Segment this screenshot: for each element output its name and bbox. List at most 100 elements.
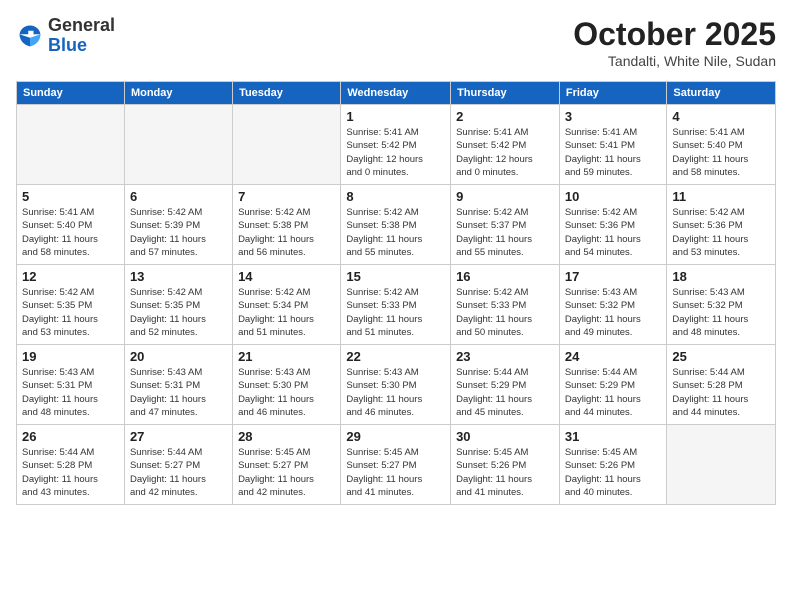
day-info: Sunrise: 5:45 AM Sunset: 5:26 PM Dayligh… xyxy=(456,446,554,499)
day-number: 15 xyxy=(346,269,445,284)
day-info: Sunrise: 5:45 AM Sunset: 5:27 PM Dayligh… xyxy=(346,446,445,499)
logo-blue-text: Blue xyxy=(48,35,87,55)
day-number: 4 xyxy=(672,109,770,124)
day-number: 1 xyxy=(346,109,445,124)
table-row: 14 Sunrise: 5:42 AM Sunset: 5:34 PM Dayli… xyxy=(233,265,341,345)
table-row: 10 Sunrise: 5:42 AM Sunset: 5:36 PM Dayli… xyxy=(559,185,667,265)
day-info: Sunrise: 5:41 AM Sunset: 5:41 PM Dayligh… xyxy=(565,126,662,179)
table-row xyxy=(17,105,125,185)
day-number: 16 xyxy=(456,269,554,284)
day-number: 7 xyxy=(238,189,335,204)
day-number: 10 xyxy=(565,189,662,204)
day-number: 9 xyxy=(456,189,554,204)
table-row: 26 Sunrise: 5:44 AM Sunset: 5:28 PM Dayli… xyxy=(17,425,125,505)
day-info: Sunrise: 5:42 AM Sunset: 5:35 PM Dayligh… xyxy=(22,286,119,339)
header-monday: Monday xyxy=(124,82,232,105)
table-row: 16 Sunrise: 5:42 AM Sunset: 5:33 PM Dayli… xyxy=(451,265,560,345)
day-info: Sunrise: 5:42 AM Sunset: 5:38 PM Dayligh… xyxy=(346,206,445,259)
day-info: Sunrise: 5:41 AM Sunset: 5:42 PM Dayligh… xyxy=(456,126,554,179)
logo-icon xyxy=(16,22,44,50)
table-row: 22 Sunrise: 5:43 AM Sunset: 5:30 PM Dayli… xyxy=(341,345,451,425)
day-number: 19 xyxy=(22,349,119,364)
day-number: 2 xyxy=(456,109,554,124)
table-row xyxy=(667,425,776,505)
location: Tandalti, White Nile, Sudan xyxy=(573,53,776,69)
day-number: 13 xyxy=(130,269,227,284)
day-info: Sunrise: 5:44 AM Sunset: 5:27 PM Dayligh… xyxy=(130,446,227,499)
title-block: October 2025 Tandalti, White Nile, Sudan xyxy=(573,16,776,69)
table-row: 8 Sunrise: 5:42 AM Sunset: 5:38 PM Daylig… xyxy=(341,185,451,265)
day-info: Sunrise: 5:43 AM Sunset: 5:32 PM Dayligh… xyxy=(565,286,662,339)
week-row-3: 19 Sunrise: 5:43 AM Sunset: 5:31 PM Dayli… xyxy=(17,345,776,425)
table-row xyxy=(233,105,341,185)
table-row: 6Sunrise: 5:42 AM Sunset: 5:39 PM Daylig… xyxy=(124,185,232,265)
day-number: 23 xyxy=(456,349,554,364)
day-info: Sunrise: 5:43 AM Sunset: 5:32 PM Dayligh… xyxy=(672,286,770,339)
table-row: 18 Sunrise: 5:43 AM Sunset: 5:32 PM Dayli… xyxy=(667,265,776,345)
day-number: 18 xyxy=(672,269,770,284)
table-row: 3 Sunrise: 5:41 AM Sunset: 5:41 PM Daylig… xyxy=(559,105,667,185)
table-row: 31Sunrise: 5:45 AM Sunset: 5:26 PM Dayli… xyxy=(559,425,667,505)
day-info: Sunrise: 5:43 AM Sunset: 5:31 PM Dayligh… xyxy=(130,366,227,419)
day-info: Sunrise: 5:44 AM Sunset: 5:29 PM Dayligh… xyxy=(565,366,662,419)
table-row: 25 Sunrise: 5:44 AM Sunset: 5:28 PM Dayli… xyxy=(667,345,776,425)
day-info: Sunrise: 5:42 AM Sunset: 5:33 PM Dayligh… xyxy=(346,286,445,339)
week-row-2: 12Sunrise: 5:42 AM Sunset: 5:35 PM Dayli… xyxy=(17,265,776,345)
table-row: 7 Sunrise: 5:42 AM Sunset: 5:38 PM Daylig… xyxy=(233,185,341,265)
table-row: 30Sunrise: 5:45 AM Sunset: 5:26 PM Dayli… xyxy=(451,425,560,505)
day-info: Sunrise: 5:42 AM Sunset: 5:36 PM Dayligh… xyxy=(565,206,662,259)
day-number: 6 xyxy=(130,189,227,204)
table-row: 23 Sunrise: 5:44 AM Sunset: 5:29 PM Dayli… xyxy=(451,345,560,425)
day-number: 3 xyxy=(565,109,662,124)
page-header: General Blue October 2025 Tandalti, Whit… xyxy=(16,16,776,69)
day-number: 8 xyxy=(346,189,445,204)
day-info: Sunrise: 5:41 AM Sunset: 5:40 PM Dayligh… xyxy=(22,206,119,259)
header-thursday: Thursday xyxy=(451,82,560,105)
day-number: 17 xyxy=(565,269,662,284)
header-tuesday: Tuesday xyxy=(233,82,341,105)
day-number: 27 xyxy=(130,429,227,444)
day-info: Sunrise: 5:42 AM Sunset: 5:34 PM Dayligh… xyxy=(238,286,335,339)
day-info: Sunrise: 5:45 AM Sunset: 5:27 PM Dayligh… xyxy=(238,446,335,499)
table-row: 17 Sunrise: 5:43 AM Sunset: 5:32 PM Dayli… xyxy=(559,265,667,345)
day-number: 25 xyxy=(672,349,770,364)
table-row: 1 Sunrise: 5:41 AM Sunset: 5:42 PM Daylig… xyxy=(341,105,451,185)
day-info: Sunrise: 5:44 AM Sunset: 5:29 PM Dayligh… xyxy=(456,366,554,419)
day-number: 5 xyxy=(22,189,119,204)
day-info: Sunrise: 5:41 AM Sunset: 5:42 PM Dayligh… xyxy=(346,126,445,179)
logo-general-text: General xyxy=(48,15,115,35)
week-row-4: 26 Sunrise: 5:44 AM Sunset: 5:28 PM Dayli… xyxy=(17,425,776,505)
table-row: 28Sunrise: 5:45 AM Sunset: 5:27 PM Dayli… xyxy=(233,425,341,505)
table-row: 20 Sunrise: 5:43 AM Sunset: 5:31 PM Dayli… xyxy=(124,345,232,425)
day-number: 21 xyxy=(238,349,335,364)
header-wednesday: Wednesday xyxy=(341,82,451,105)
day-number: 24 xyxy=(565,349,662,364)
table-row: 29 Sunrise: 5:45 AM Sunset: 5:27 PM Dayli… xyxy=(341,425,451,505)
day-info: Sunrise: 5:44 AM Sunset: 5:28 PM Dayligh… xyxy=(672,366,770,419)
week-row-1: 5 Sunrise: 5:41 AM Sunset: 5:40 PM Daylig… xyxy=(17,185,776,265)
header-saturday: Saturday xyxy=(667,82,776,105)
week-row-0: 1 Sunrise: 5:41 AM Sunset: 5:42 PM Daylig… xyxy=(17,105,776,185)
day-number: 29 xyxy=(346,429,445,444)
table-row: 5 Sunrise: 5:41 AM Sunset: 5:40 PM Daylig… xyxy=(17,185,125,265)
day-info: Sunrise: 5:43 AM Sunset: 5:30 PM Dayligh… xyxy=(346,366,445,419)
day-info: Sunrise: 5:42 AM Sunset: 5:33 PM Dayligh… xyxy=(456,286,554,339)
table-row: 24 Sunrise: 5:44 AM Sunset: 5:29 PM Dayli… xyxy=(559,345,667,425)
day-info: Sunrise: 5:42 AM Sunset: 5:35 PM Dayligh… xyxy=(130,286,227,339)
table-row: 27 Sunrise: 5:44 AM Sunset: 5:27 PM Dayli… xyxy=(124,425,232,505)
header-friday: Friday xyxy=(559,82,667,105)
day-info: Sunrise: 5:43 AM Sunset: 5:30 PM Dayligh… xyxy=(238,366,335,419)
day-number: 20 xyxy=(130,349,227,364)
day-number: 14 xyxy=(238,269,335,284)
day-number: 22 xyxy=(346,349,445,364)
day-info: Sunrise: 5:42 AM Sunset: 5:38 PM Dayligh… xyxy=(238,206,335,259)
table-row: 19 Sunrise: 5:43 AM Sunset: 5:31 PM Dayli… xyxy=(17,345,125,425)
table-row: 4 Sunrise: 5:41 AM Sunset: 5:40 PM Daylig… xyxy=(667,105,776,185)
day-number: 26 xyxy=(22,429,119,444)
day-info: Sunrise: 5:41 AM Sunset: 5:40 PM Dayligh… xyxy=(672,126,770,179)
day-info: Sunrise: 5:43 AM Sunset: 5:31 PM Dayligh… xyxy=(22,366,119,419)
day-number: 11 xyxy=(672,189,770,204)
day-info: Sunrise: 5:44 AM Sunset: 5:28 PM Dayligh… xyxy=(22,446,119,499)
logo: General Blue xyxy=(16,16,115,56)
calendar: Sunday Monday Tuesday Wednesday Thursday… xyxy=(16,81,776,505)
